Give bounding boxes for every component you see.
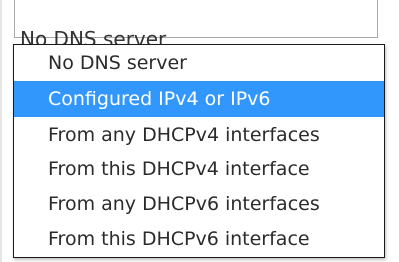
option-from-any-dhcpv4-interfaces[interactable]: From any DHCPv4 interfaces <box>14 117 384 153</box>
option-from-this-dhcpv4-interface[interactable]: From this DHCPv4 interface <box>14 151 384 187</box>
dns-server-page: No DNS server No DNS server Configured I… <box>0 0 399 262</box>
option-no-dns-server[interactable]: No DNS server <box>14 45 384 81</box>
dns-server-dropdown-list: No DNS server Configured IPv4 or IPv6 Fr… <box>13 44 385 258</box>
window-edge <box>0 0 2 262</box>
option-configured-ipv4-or-ipv6[interactable]: Configured IPv4 or IPv6 <box>14 81 384 117</box>
option-from-this-dhcpv6-interface[interactable]: From this DHCPv6 interface <box>14 221 384 257</box>
option-from-any-dhcpv6-interfaces[interactable]: From any DHCPv6 interfaces <box>14 186 384 222</box>
